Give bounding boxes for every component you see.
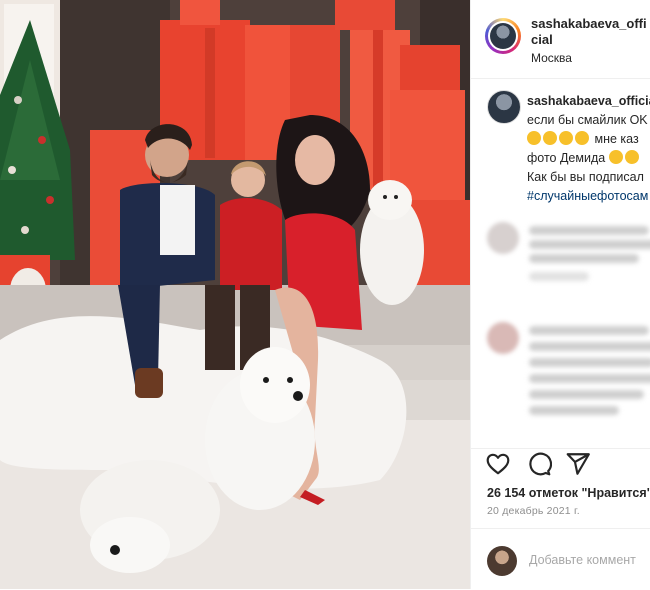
comment-icon[interactable] — [526, 451, 552, 477]
smile-emoji-icon — [624, 150, 639, 164]
author-avatar[interactable] — [485, 18, 521, 54]
post-date[interactable]: 20 декабрь 2021 г. — [487, 505, 580, 517]
caption-line-4: Как бы вы подписал — [527, 170, 644, 184]
photo-scene — [0, 0, 470, 589]
post-actions — [471, 448, 650, 479]
laugh-emoji-icon — [559, 131, 573, 145]
laugh-emoji-icon — [527, 131, 541, 145]
comment-input[interactable] — [529, 553, 650, 567]
caption-line-2: мне каз — [594, 132, 639, 146]
likes-count[interactable]: 26 154 отметок "Нравится" — [487, 486, 650, 500]
share-icon[interactable] — [565, 451, 591, 477]
caption-username[interactable]: sashakabaeva_official — [527, 94, 650, 108]
author-username[interactable]: sashakabaeva_offi cial — [531, 16, 649, 48]
laugh-emoji-icon — [543, 131, 557, 145]
smile-emoji-icon — [608, 150, 623, 164]
caption-author-avatar[interactable] — [487, 90, 521, 124]
caption-text: sashakabaeva_official если бы смайлик OK… — [527, 92, 650, 206]
post-location[interactable]: Москва — [531, 51, 572, 65]
add-comment-bar — [471, 528, 650, 590]
laugh-emoji-icon — [575, 131, 589, 145]
caption-line-1: если бы смайлик OK — [527, 113, 648, 127]
post-side-panel: sashakabaeva_offi cial Москва sashakabae… — [470, 0, 650, 589]
caption-line-3: фото Демида — [527, 151, 606, 165]
caption-hashtag[interactable]: #случайныефотосам — [527, 189, 648, 203]
heart-icon[interactable] — [485, 451, 511, 477]
post-header: sashakabaeva_offi cial Москва — [471, 0, 650, 79]
viewer-avatar — [487, 546, 517, 576]
post-photo[interactable] — [0, 0, 470, 589]
